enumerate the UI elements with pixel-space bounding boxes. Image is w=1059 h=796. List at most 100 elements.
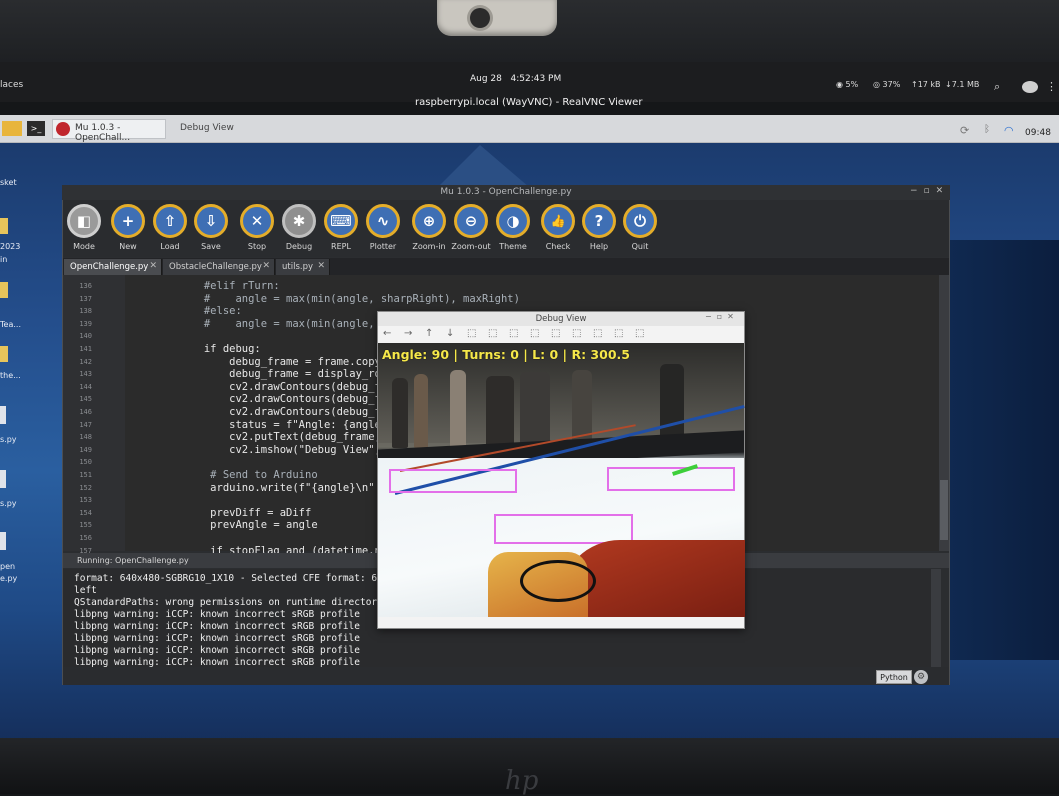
plotter-icon: ∿ [366,204,400,238]
tab-obstaclechallenge[interactable]: ObstacleChallenge.py ✕ [163,259,275,275]
taskbar-item-mu[interactable]: Mu 1.0.3 - OpenChall... [52,119,166,143]
search-icon[interactable]: ⌕ [994,80,1000,94]
close-icon[interactable]: ✕ [317,261,325,271]
desktop-label[interactable]: pen [0,562,15,571]
new-button[interactable]: + New [106,204,150,251]
debug-window-controls[interactable]: −▫✕ [705,312,739,321]
up-icon[interactable]: ↑ [425,328,433,339]
folder-icon[interactable] [0,218,8,234]
line-number: 138 [79,307,92,316]
bluetooth-icon[interactable]: ᛒ [984,124,990,135]
line-number: 142 [79,357,92,366]
grid-icon[interactable]: ⬚ [593,328,602,339]
output-scrollbar[interactable] [931,569,941,667]
pan-icon[interactable]: ⬚ [614,328,623,339]
zoom-icon[interactable]: ⬚ [488,328,497,339]
download-indicator[interactable]: ↓7.1 MB [945,80,979,89]
zoom-in-button[interactable]: ⊕ Zoom-in [407,204,451,251]
host-places-menu[interactable]: laces [0,80,23,90]
tab-openchallenge[interactable]: OpenChallenge.py ✕ [64,259,162,275]
desktop-label[interactable]: s.py [0,499,17,508]
plotter-button[interactable]: ∿ Plotter [361,204,405,251]
desktop-label[interactable]: sket [0,178,17,187]
wifi-icon[interactable]: ◠ [1004,124,1014,137]
desktop-label[interactable]: s.py [0,435,17,444]
sync-icon[interactable]: ⟳ [960,124,969,137]
load-button[interactable]: ⇧ Load [148,204,192,251]
tab-utils[interactable]: utils.py ✕ [276,259,330,275]
line-number: 136 [79,282,92,290]
help-button[interactable]: ? Help [577,204,621,251]
stop-icon: ✕ [240,204,274,238]
folder-icon[interactable] [0,346,8,362]
zoom-out-button[interactable]: ⊖ Zoom-out [449,204,493,251]
debug-button[interactable]: ✱ Debug [277,204,321,251]
file-icon[interactable] [0,532,6,550]
mu-window-title: Mu 1.0.3 - OpenChallenge.py [62,185,950,200]
mode-button-label: Mode [73,242,95,251]
status-icon[interactable] [1022,81,1038,93]
new-button-label: New [119,242,137,251]
host-clock[interactable]: Aug 28 4:52:43 PM [470,74,561,84]
more-icon[interactable]: ⋮ [1046,80,1057,93]
settings-icon[interactable]: ⬚ [635,328,644,339]
desktop-label[interactable]: 2023 [0,242,20,251]
close-icon[interactable]: ✕ [149,261,157,271]
expand-icon[interactable]: ⬚ [572,328,581,339]
code-line[interactable]: #else: [128,305,242,317]
desktop-label[interactable]: Tea... [0,320,21,329]
back-icon[interactable]: ← [383,328,391,339]
vnc-window-title: raspberrypi.local (WayVNC) - RealVNC Vie… [415,97,643,108]
stop-button[interactable]: ✕ Stop [235,204,279,251]
upload-indicator[interactable]: ↑17 kB [911,80,941,89]
down-icon[interactable]: ↓ [446,328,454,339]
desktop-label[interactable]: e.py [0,574,17,583]
taskbar-item-debug-view[interactable]: Debug View [172,119,282,139]
folder-icon[interactable] [0,282,8,298]
mu-app-icon [56,122,70,136]
plus-icon: + [111,204,145,238]
save-button-label: Save [201,242,221,251]
forward-icon[interactable]: → [404,328,412,339]
copy-icon[interactable]: ⬚ [530,328,539,339]
theme-button[interactable]: ◑ Theme [491,204,535,251]
quit-button[interactable]: ⏻ Quit [618,204,662,251]
webcam-cover [437,0,557,36]
save-button[interactable]: ⇩ Save [189,204,233,251]
file-icon[interactable] [0,406,6,424]
check-button[interactable]: 👍 Check [536,204,580,251]
cpu-indicator[interactable]: ◉ 5% [836,80,858,89]
memory-indicator[interactable]: ◎ 37% [873,80,900,89]
output-line: QStandardPaths: wrong permissions on run… [74,597,395,608]
zoom-icon[interactable]: ⬚ [467,328,476,339]
terminal-icon[interactable]: >_ [27,121,45,136]
code-line[interactable]: debug_frame = frame.copy() [128,356,393,368]
folder-icon[interactable] [2,121,22,136]
line-number: 151 [79,471,92,479]
pi-clock[interactable]: 09:48 [1025,128,1051,138]
desktop-label[interactable]: in [0,255,7,264]
window-controls[interactable]: −▫✕ [910,186,949,196]
editor-scroll-thumb[interactable] [940,480,948,540]
line-number: 149 [79,445,92,454]
gear-icon[interactable]: ⚙ [914,670,928,684]
debug-view-title: Debug View [378,312,744,326]
repl-button-label: REPL [331,242,351,251]
status-overlay-text: Angle: 90 | Turns: 0 | L: 0 | R: 300.5 [382,347,630,362]
spectator [414,374,428,448]
code-line[interactable]: #elif rTurn: [128,280,280,292]
repl-button[interactable]: ⌨ REPL [319,204,363,251]
load-button-label: Load [160,242,180,251]
code-line[interactable]: prevDiff = aDiff [128,507,311,519]
file-icon[interactable] [0,470,6,488]
desktop-label[interactable]: the... [0,371,21,380]
code-line[interactable]: if debug: [128,343,261,355]
code-line[interactable]: prevAngle = angle [128,519,317,531]
properties-icon[interactable]: ⬚ [551,328,560,339]
mode-button[interactable]: ◧ Mode [62,204,106,251]
code-line[interactable]: # Send to Arduino [128,469,317,481]
close-icon[interactable]: ✕ [262,261,270,271]
save-icon[interactable]: ⬚ [509,328,518,339]
python-mode-button[interactable]: Python [876,670,912,684]
code-line[interactable]: # angle = max(min(angle, sharpRight), ma… [128,293,520,305]
